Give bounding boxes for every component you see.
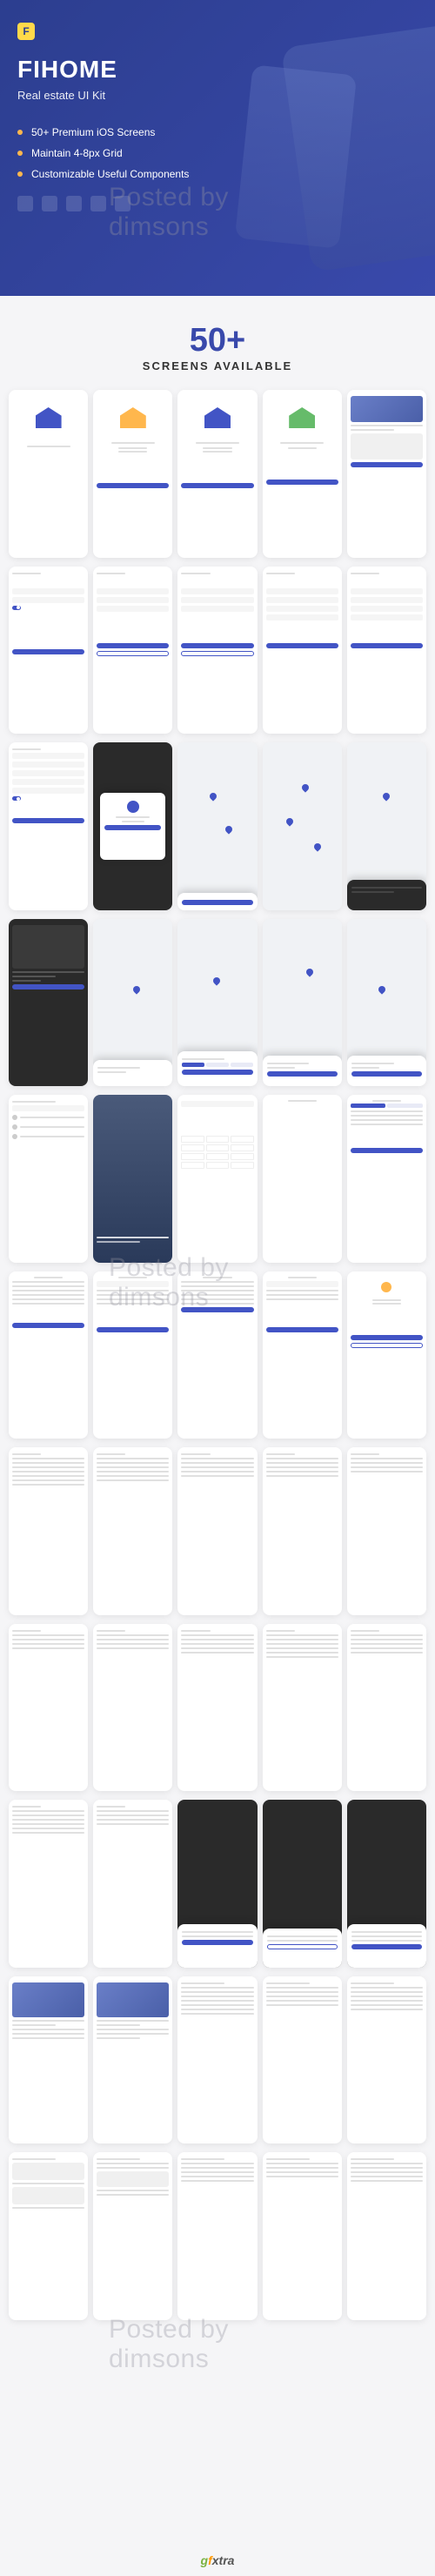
screen-map-1[interactable] xyxy=(177,742,257,910)
tagline: Real estate UI Kit xyxy=(17,89,418,102)
logo-mark: F xyxy=(17,23,35,40)
screen-grid-row xyxy=(0,1271,435,1439)
screen-grid-row xyxy=(0,1447,435,1615)
screen-keypad[interactable] xyxy=(177,1095,257,1263)
screen-text-1[interactable] xyxy=(177,1976,257,2144)
tool-icons xyxy=(17,196,418,211)
screen-article-2[interactable] xyxy=(93,1976,172,2144)
screen-grid-row xyxy=(0,919,435,1087)
screen-onboard-3[interactable] xyxy=(177,390,257,558)
screen-grid-row xyxy=(0,1800,435,1968)
screen-map-detail-1[interactable] xyxy=(93,919,172,1087)
feature-2: Maintain 4-8px Grid xyxy=(17,147,418,159)
screen-map-detail-2[interactable] xyxy=(177,919,257,1087)
sketch-icon xyxy=(17,196,33,211)
brand-title: FIHOME xyxy=(17,56,418,84)
screen-grid-row xyxy=(0,2152,435,2320)
section-header: 50+ SCREENS AVAILABLE xyxy=(0,322,435,372)
hero-banner: F FIHOME Real estate UI Kit 50+ Premium … xyxy=(0,0,435,296)
screen-login[interactable] xyxy=(9,567,88,735)
feature-1: 50+ Premium iOS Screens xyxy=(17,126,418,138)
screen-onboard-2[interactable] xyxy=(93,390,172,558)
screen-filter-4[interactable] xyxy=(93,1271,172,1439)
screen-grid-row xyxy=(0,1095,435,1263)
screen-filter-5[interactable] xyxy=(177,1271,257,1439)
screen-property-photo[interactable] xyxy=(93,1095,172,1263)
screen-grid-row xyxy=(0,1624,435,1792)
screen-map-detail-4[interactable] xyxy=(347,919,426,1087)
screen-saved-4[interactable] xyxy=(263,2152,342,2320)
screen-signup-3[interactable] xyxy=(263,567,342,735)
screen-list-4[interactable] xyxy=(263,1447,342,1615)
screen-space-1[interactable] xyxy=(9,1624,88,1792)
xd-icon xyxy=(66,196,82,211)
screen-count: 50+ xyxy=(0,322,435,359)
screen-filter-3[interactable] xyxy=(9,1271,88,1439)
screen-space-3[interactable] xyxy=(177,1624,257,1792)
screen-list-2[interactable] xyxy=(93,1447,172,1615)
screen-ptype-2[interactable] xyxy=(347,1624,426,1792)
screen-filter-1[interactable] xyxy=(263,1095,342,1263)
screen-onboard-1[interactable] xyxy=(9,390,88,558)
screen-grid-row xyxy=(0,390,435,558)
screen-text-2[interactable] xyxy=(263,1976,342,2144)
screen-filter-2[interactable] xyxy=(347,1095,426,1263)
screen-ptype-1[interactable] xyxy=(263,1624,342,1792)
screen-detail-dark[interactable] xyxy=(9,919,88,1087)
screen-sheet-dark-1[interactable] xyxy=(177,1800,257,1968)
feature-3: Customizable Useful Components xyxy=(17,168,418,180)
screen-signup-2[interactable] xyxy=(177,567,257,735)
screen-map-card[interactable] xyxy=(347,742,426,910)
screen-saved-1[interactable] xyxy=(9,2152,88,2320)
screen-grid-row xyxy=(0,567,435,735)
screen-space-2[interactable] xyxy=(93,1624,172,1792)
invision-icon xyxy=(115,196,130,211)
figma-icon xyxy=(42,196,57,211)
ps-icon xyxy=(90,196,106,211)
screen-signup-4[interactable] xyxy=(347,567,426,735)
screen-list-5[interactable] xyxy=(347,1447,426,1615)
screen-text-3[interactable] xyxy=(347,1976,426,2144)
screen-map-2[interactable] xyxy=(263,742,342,910)
screen-signup-1[interactable] xyxy=(93,567,172,735)
screen-label: SCREENS AVAILABLE xyxy=(0,359,435,372)
footer-logo: gfxtra xyxy=(201,2553,235,2567)
screen-saved-5[interactable] xyxy=(347,2152,426,2320)
screen-ptype-3[interactable] xyxy=(9,1800,88,1968)
screen-saved-2[interactable] xyxy=(93,2152,172,2320)
screen-onboard-4[interactable] xyxy=(263,390,342,558)
screen-filter-6[interactable] xyxy=(263,1271,342,1439)
logo-row: F xyxy=(17,23,418,40)
screen-sheet-dark-2[interactable] xyxy=(263,1800,342,1968)
screen-sheet-dark-3[interactable] xyxy=(347,1800,426,1968)
screen-list-1[interactable] xyxy=(9,1447,88,1615)
screen-saved-3[interactable] xyxy=(177,2152,257,2320)
screen-map-detail-3[interactable] xyxy=(263,919,342,1087)
watermark-3: Posted by dimsons xyxy=(109,2315,326,2374)
screen-broker[interactable] xyxy=(347,1271,426,1439)
screen-article-1[interactable] xyxy=(9,1976,88,2144)
screen-modal-welcome[interactable] xyxy=(93,742,172,910)
screen-form[interactable] xyxy=(9,742,88,910)
screen-home-dark[interactable] xyxy=(347,390,426,558)
screen-grid-row xyxy=(0,1976,435,2144)
screen-list-3[interactable] xyxy=(177,1447,257,1615)
screen-listing-1[interactable] xyxy=(9,1095,88,1263)
screen-grid-row xyxy=(0,742,435,910)
screen-ptype-4[interactable] xyxy=(93,1800,172,1968)
